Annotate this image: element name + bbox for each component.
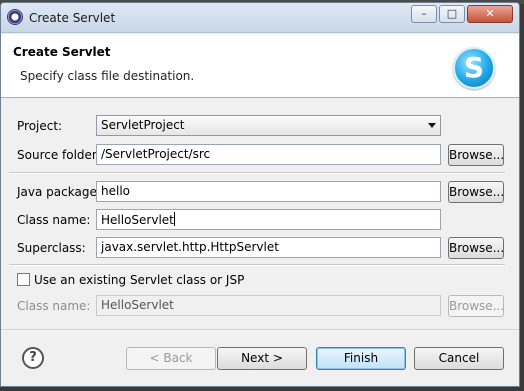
project-select[interactable]: ServletProject (96, 115, 441, 136)
class-name-label: Class name: (17, 213, 91, 227)
use-existing-checkbox[interactable] (17, 273, 30, 286)
java-package-label: Java package: (17, 185, 101, 199)
superclass-input[interactable]: javax.servlet.http.HttpServlet (96, 237, 441, 258)
cancel-button[interactable]: Cancel (414, 347, 504, 370)
servlet-logo-icon: S (453, 47, 495, 89)
java-package-input[interactable]: hello (96, 181, 441, 202)
minimize-button[interactable]: – (411, 5, 437, 23)
wizard-footer: ? < Back Next > Finish Cancel (1, 329, 519, 386)
source-folder-label: Source folder: (17, 148, 101, 162)
create-servlet-dialog: Create Servlet – □ ✕ Create Servlet Spec… (0, 2, 520, 387)
existing-class-name-input[interactable]: HelloServlet (96, 295, 441, 316)
eclipse-icon (7, 9, 23, 25)
wizard-subtitle: Specify class file destination. (20, 69, 195, 83)
close-button[interactable]: ✕ (467, 5, 513, 23)
finish-button[interactable]: Finish (316, 347, 406, 370)
superclass-browse-button[interactable]: Browse... (448, 237, 504, 259)
source-folder-input[interactable]: /ServletProject/src (96, 144, 441, 165)
source-folder-browse-button[interactable]: Browse... (448, 144, 504, 166)
wizard-title: Create Servlet (13, 45, 111, 59)
superclass-label: Superclass: (17, 241, 86, 255)
class-name-input[interactable]: HelloServlet (96, 209, 441, 230)
class-name-value: HelloServlet (101, 213, 174, 227)
existing-class-name-label: Class name: (17, 299, 91, 313)
wizard-content: Project: ServletProject Source folder: /… (1, 99, 519, 329)
title-bar: Create Servlet – □ ✕ (1, 3, 519, 33)
separator (9, 172, 505, 174)
existing-class-browse-button[interactable]: Browse... (448, 295, 504, 317)
help-icon[interactable]: ? (22, 347, 44, 369)
use-existing-label[interactable]: Use an existing Servlet class or JSP (34, 273, 244, 287)
next-button[interactable]: Next > (217, 347, 307, 370)
separator (9, 264, 505, 266)
maximize-button[interactable]: □ (439, 5, 465, 23)
wizard-header: Create Servlet Specify class file destin… (1, 34, 519, 98)
back-button[interactable]: < Back (126, 347, 216, 370)
java-package-browse-button[interactable]: Browse... (448, 181, 504, 203)
chevron-down-icon (428, 123, 436, 128)
project-label: Project: (17, 119, 63, 133)
project-select-value: ServletProject (101, 118, 185, 132)
text-cursor (173, 212, 175, 226)
window-title: Create Servlet (29, 11, 116, 25)
